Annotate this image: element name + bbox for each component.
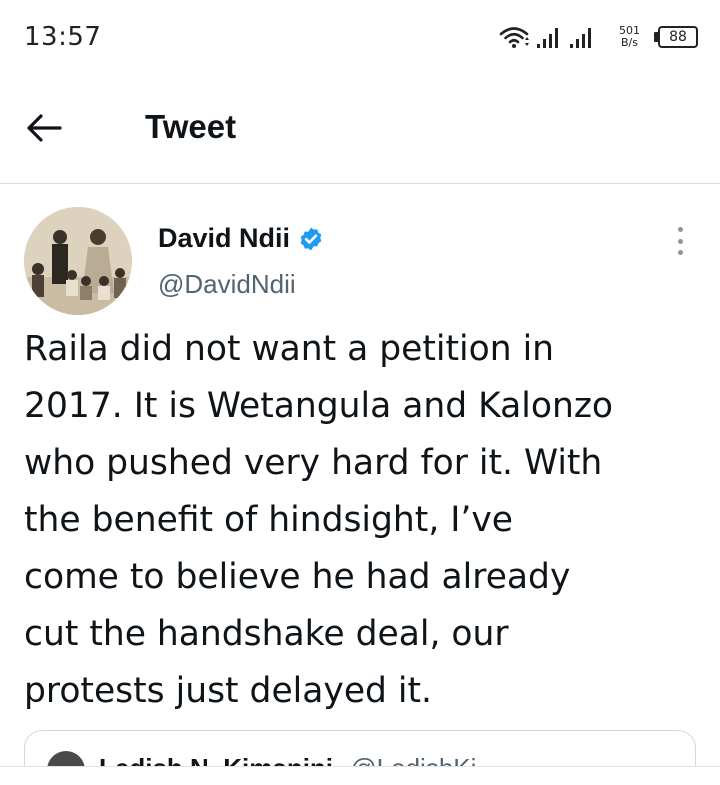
arrow-left-icon — [26, 113, 62, 147]
status-time: 13:57 — [24, 22, 102, 52]
back-button[interactable] — [26, 108, 86, 152]
more-vertical-icon[interactable] — [668, 225, 692, 257]
signal-icon — [537, 25, 607, 49]
battery-icon: 88 — [654, 26, 698, 48]
author-handle[interactable]: @DavidNdii — [158, 269, 296, 300]
avatar[interactable] — [24, 207, 132, 315]
author-name[interactable]: David Ndii — [158, 223, 290, 254]
net-speed-unit: B/s — [621, 36, 638, 49]
verified-badge-icon — [298, 226, 324, 252]
battery-level: 88 — [658, 26, 698, 48]
author-row: David Ndii — [158, 223, 324, 254]
header: Tweet — [0, 76, 720, 184]
status-bar: 13:57 501 B/s 88 — [0, 0, 720, 76]
status-icons: 501 B/s 88 — [499, 20, 698, 54]
bottom-edge — [0, 766, 720, 785]
tweet-text: Raila did not want a petition in 2017. I… — [24, 329, 614, 711]
wifi-icon — [499, 25, 529, 49]
page-title: Tweet — [145, 108, 237, 145]
net-speed: 501 B/s — [619, 25, 640, 49]
